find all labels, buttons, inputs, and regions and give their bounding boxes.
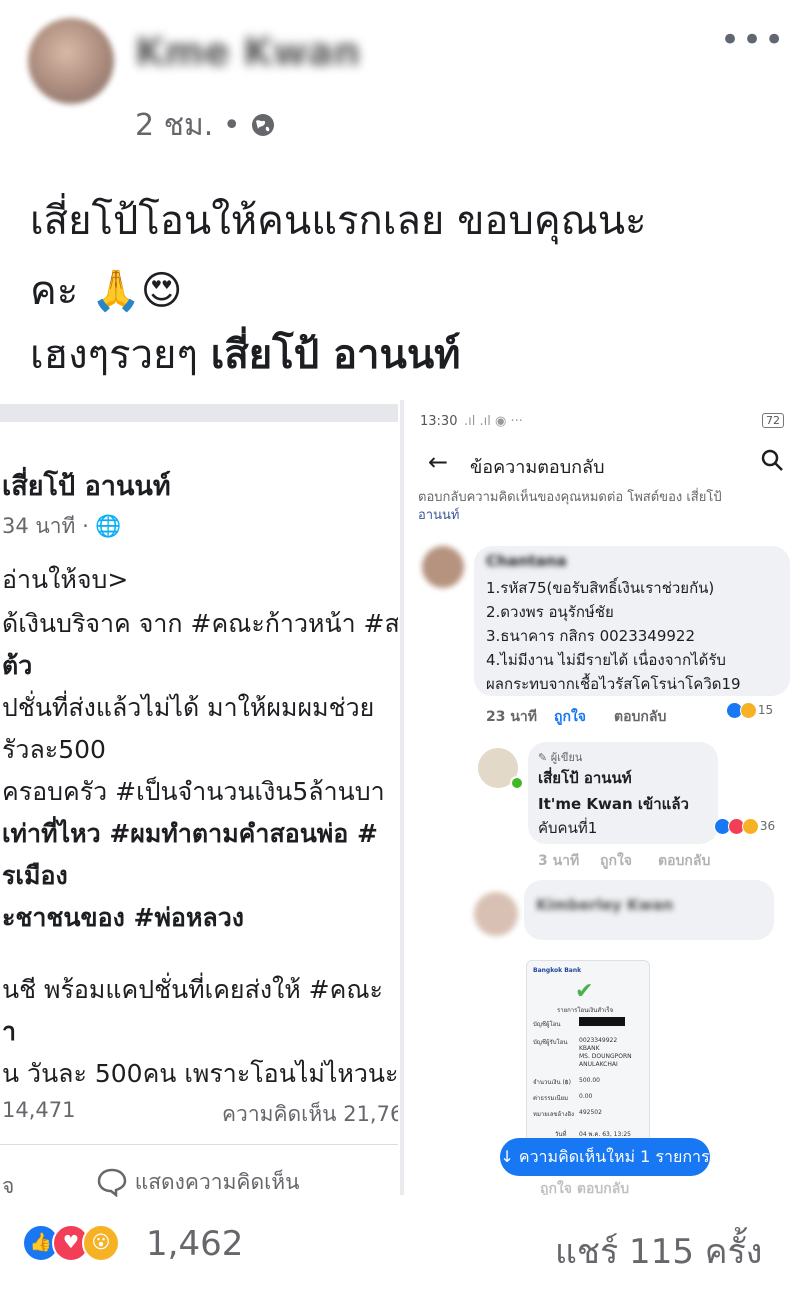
caption-line: เฮงๆรวยๆ เสี่ยโป้ อานนท์ <box>30 322 461 386</box>
shot-comment-label: แสดงความคิดเห็น <box>134 1170 300 1194</box>
author-badge-text: ผู้เขียน <box>550 751 583 764</box>
comment-icon <box>97 1168 127 1198</box>
heart-eyes-emoji-icon: 😍 <box>140 268 183 314</box>
receipt-to-label: บัญชีผู้รับโอน <box>533 1039 568 1046</box>
caption-line: เสี่ยโป้โอนให้คนแรกเลย ขอบคุณนะ <box>30 198 647 244</box>
receipt-bank: Bangkok Bank <box>533 967 582 974</box>
globe-icon: 🌐 <box>95 514 122 538</box>
comment-text: It'me Kwan เข้าแล้ว <box>538 795 689 813</box>
haha-icon <box>740 702 757 719</box>
caption-text: เฮงๆรวยๆ <box>30 332 198 378</box>
pray-emoji-icon: 🙏 <box>90 268 141 314</box>
commenter-avatar[interactable] <box>422 546 464 588</box>
transfer-receipt-image[interactable]: Bangkok Bank ✔ รายการโอนเงินสำเร็จ บัญชี… <box>526 960 650 1147</box>
receipt-to-value: MS. DOUNGPORN <box>579 1053 632 1060</box>
shot-line: รัวละ500 <box>2 735 106 764</box>
shot-time-text: 34 นาที · <box>2 514 96 538</box>
comment-line: คับคนที่1 <box>538 819 598 837</box>
divider <box>0 1144 398 1145</box>
comment-line: 3.ธนาคาร กสิกร 0023349922 <box>486 627 696 645</box>
comment-reactions: 36 <box>714 818 775 835</box>
caption-mention[interactable]: เสี่ยโป้ อานนท์ <box>211 332 461 378</box>
receipt-to-value: 0023349922 <box>579 1037 618 1044</box>
faded-actions: ถูกใจ ตอบกลับ <box>540 1181 630 1195</box>
shot-line: น วันละ 500คน เพราะโอนไม่ไหวนะ <box>2 1059 398 1088</box>
receipt-fee-label: ค่าธรรมเนียม <box>533 1095 569 1102</box>
wow-icon: 😮 <box>82 1224 120 1262</box>
comment-reactions: 15 <box>726 702 773 719</box>
reply-button[interactable]: ตอบกลับ <box>614 706 666 728</box>
react-count: 36 <box>759 819 776 833</box>
reply-button[interactable]: ตอบกลับ <box>658 850 710 872</box>
shot-line: ครอบครัว #เป็นจำนวนเงิน5ล้านบา <box>2 777 385 806</box>
like-button[interactable]: ถูกใจ <box>554 706 586 728</box>
shot-comment-count: ความคิดเห็น 21,76 <box>222 1102 398 1126</box>
context-link[interactable]: อานนท์ <box>418 504 459 525</box>
status-time: 13:30 <box>420 414 458 429</box>
left-screenshot: เสี่ยโป้ อานนท์ 34 นาที · 🌐 อ่านให้จบ> ด… <box>0 404 398 1222</box>
comment-time: 3 นาที <box>538 853 580 869</box>
reaction-count[interactable]: 1,462 <box>146 1224 243 1264</box>
shot-line: รเมือง <box>2 861 68 890</box>
shot-time: 34 นาที · 🌐 <box>2 510 122 543</box>
share-count[interactable]: แชร์ 115 ครั้ง <box>555 1224 762 1278</box>
redaction-bar <box>579 1017 625 1026</box>
shot-line: ะชาชนของ #พ่อหลวง <box>2 903 244 932</box>
author-name[interactable]: Kme Kwan <box>135 30 360 74</box>
comment-time: 23 นาที <box>486 709 538 725</box>
comment-line: ผลกระทบจากเชื้อไวรัสโคโรน่าโควิด19 <box>486 675 741 693</box>
shot-line: นชี พร้อมแคปชั่นที่เคยส่งให้ #คณะ <box>2 975 383 1004</box>
receipt-amount-label: จำนวนเงิน (฿) <box>533 1079 571 1086</box>
reaction-icons[interactable]: 👍 ♥ 😮 <box>22 1224 120 1262</box>
receipt-fee-value: 0.00 <box>579 1093 593 1100</box>
shot-line: ต้ว <box>2 651 33 680</box>
shot-line: อ่านให้จบ> <box>2 565 129 594</box>
signal-icon: .ıl .ıl ◉ ··· <box>464 414 523 429</box>
like-button[interactable]: ถูกใจ <box>600 850 632 872</box>
caption-text: คะ <box>30 268 79 314</box>
author-avatar[interactable] <box>28 18 114 104</box>
post-time-text: 2 ชม. • <box>135 108 241 143</box>
shot-reaction-count: 14,471 <box>2 1098 76 1122</box>
shot-author: เสี่ยโป้ อานนท์ <box>2 471 171 502</box>
react-count: 15 <box>757 703 774 717</box>
author-badge: ✎ ผู้เขียน <box>538 751 583 764</box>
right-screenshot: 13:30 .ıl .ıl ◉ ··· 72 ← ข้อความตอบกลับ … <box>400 400 800 1195</box>
haha-icon <box>742 818 759 835</box>
comment-line: 4.ไม่มีงาน ไม่มีรายได้ เนื่องจากได้รับ <box>486 651 726 669</box>
shot-like-label: จ <box>2 1174 15 1198</box>
battery-icon: 72 <box>762 413 784 428</box>
receipt-amount-value: 500.00 <box>579 1077 600 1084</box>
post-timestamp[interactable]: 2 ชม. • <box>135 102 276 149</box>
commenter-name[interactable]: Chantana <box>486 552 567 570</box>
commenter-avatar[interactable] <box>474 892 518 936</box>
globe-icon <box>252 114 275 136</box>
shot-line: า <box>2 1017 17 1046</box>
shot-line: ด้เงินบริจาค จาก #คณะก้าวหน้า #ส <box>2 609 398 638</box>
comment-line: It'me Kwan เข้าแล้ว <box>538 792 689 816</box>
check-icon: ✔ <box>575 979 594 1004</box>
comment-line: 1.รหัส75(ขอรับสิทธิ์เงินเราช่วยกัน) <box>486 579 715 597</box>
more-options-icon[interactable]: ••• <box>720 20 786 60</box>
receipt-ref-label: หมายเลขอ้างอิง <box>533 1111 575 1118</box>
receipt-ref-value: 492502 <box>579 1109 602 1116</box>
new-comments-button[interactable]: ↓ ความคิดเห็นใหม่ 1 รายการ <box>500 1138 710 1176</box>
receipt-from-label: บัญชีผู้โอน <box>533 1021 561 1028</box>
caption-line: คะ 🙏😍 <box>30 258 182 322</box>
comment-line: 2.ดวงพร อนุรักษ์ชัย <box>486 603 614 621</box>
online-status-dot <box>510 776 524 790</box>
search-icon[interactable] <box>760 448 784 476</box>
commenter-name[interactable]: เสี่ยโป้ อานนท์ <box>538 766 632 790</box>
commenter-name[interactable]: Kimberley Kwan <box>536 896 673 914</box>
shot-comment-button: แสดงความคิดเห็น <box>96 1166 299 1199</box>
receipt-title: รายการโอนเงินสำเร็จ <box>557 1007 614 1014</box>
back-arrow-icon[interactable]: ← <box>428 448 448 476</box>
shot-line: ปชั่นที่ส่งแล้วไม่ได้ มาให้ผมผมช่วย <box>2 693 375 722</box>
receipt-to-value: KBANK <box>579 1045 600 1052</box>
header-title: ข้อความตอบกลับ <box>470 457 605 478</box>
shot-line: เท่าที่ไหว #ผมทำตามคำสอนพ่อ # <box>2 819 378 848</box>
context-line: ตอบกลับความคิดเห็นของคุณหมดต่อ โพสต์ของ … <box>418 486 722 507</box>
context-text: ตอบกลับความคิดเห็นของคุณหมดต่อ โพสต์ของ … <box>418 490 722 505</box>
receipt-to-value: ANULAKCHAI <box>579 1061 618 1068</box>
